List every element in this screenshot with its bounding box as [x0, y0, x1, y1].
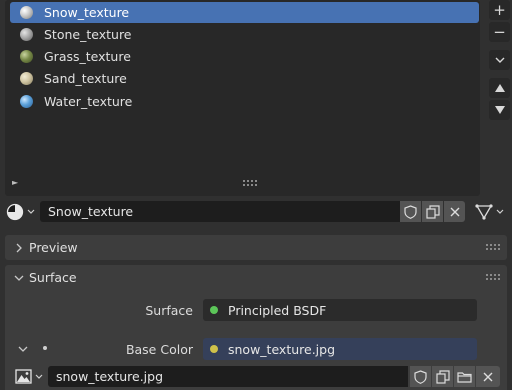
material-slot-item[interactable]: Sand_texture [10, 68, 479, 89]
node-tree-button[interactable] [475, 201, 509, 222]
panel-drag-handle-icon[interactable] [486, 274, 500, 280]
surface-label: Surface [145, 303, 193, 318]
open-image-button[interactable] [454, 366, 475, 387]
material-preview-icon [20, 72, 33, 85]
material-slot-label: Water_texture [44, 94, 133, 109]
material-slot-label: Snow_texture [44, 5, 130, 20]
image-name: snow_texture.jpg [56, 369, 164, 384]
image-name-field[interactable]: snow_texture.jpg [48, 366, 408, 387]
material-specials-button[interactable] [489, 50, 510, 70]
preview-panel-header[interactable]: Preview [5, 235, 507, 260]
base-color-value: snow_texture.jpg [228, 341, 336, 357]
surface-panel-header[interactable]: Surface [5, 265, 507, 290]
chevron-down-icon[interactable] [17, 344, 29, 354]
material-slot-item[interactable]: Stone_texture [10, 24, 479, 45]
material-slot-label: Sand_texture [44, 71, 127, 86]
material-slot-item[interactable]: Snow_texture [10, 2, 479, 23]
base-color-label: Base Color [125, 342, 193, 357]
material-preview-icon [20, 28, 33, 41]
move-slot-down-button[interactable] [489, 100, 510, 120]
chevron-down-icon [27, 209, 35, 214]
image-icon [15, 369, 32, 384]
link-dot-icon [43, 346, 47, 350]
list-filter-expand-icon[interactable]: ► [12, 178, 24, 190]
panel-title: Preview [29, 240, 78, 255]
material-preview-icon [20, 6, 33, 19]
material-name: Snow_texture [48, 204, 134, 219]
material-slot-label: Grass_texture [44, 49, 131, 64]
material-slot-item[interactable]: Water_texture [10, 91, 479, 112]
surface-shader-field[interactable]: Principled BSDF [203, 299, 477, 321]
node-tree-icon [475, 203, 493, 220]
surface-shader-value: Principled BSDF [228, 302, 327, 318]
plus-icon: + [493, 1, 506, 19]
duplicate-icon [425, 204, 440, 219]
chevron-down-icon [495, 57, 504, 63]
shader-socket-icon [210, 306, 218, 314]
material-slot-item[interactable]: Grass_texture [10, 46, 479, 67]
color-socket-icon [210, 345, 218, 353]
close-icon [450, 207, 459, 216]
browse-material-button[interactable] [6, 201, 38, 222]
panel-title: Surface [29, 270, 77, 285]
material-sphere-icon [6, 203, 24, 220]
shield-icon [414, 369, 427, 384]
material-slot-list[interactable]: Snow_texture Stone_texture Grass_texture… [5, 0, 480, 196]
chevron-down-icon [496, 209, 504, 214]
unlink-material-button[interactable] [444, 201, 465, 222]
base-color-field[interactable]: snow_texture.jpg [203, 338, 477, 360]
browse-image-button[interactable] [15, 366, 46, 387]
close-icon [483, 372, 493, 381]
triangle-up-icon [494, 84, 505, 92]
material-slot-label: Stone_texture [44, 27, 132, 42]
unlink-image-button[interactable] [476, 366, 500, 387]
panel-drag-handle-icon[interactable] [486, 244, 500, 250]
material-preview-icon [20, 95, 33, 108]
fake-user-button[interactable] [400, 201, 421, 222]
minus-icon: − [493, 23, 506, 41]
duplicate-icon [435, 369, 450, 384]
move-slot-up-button[interactable] [489, 78, 510, 98]
image-fake-user-button[interactable] [410, 366, 431, 387]
material-name-field[interactable]: Snow_texture [40, 201, 400, 222]
chevron-right-icon [16, 243, 22, 252]
list-resize-grip-icon[interactable] [243, 180, 259, 188]
remove-material-slot-button[interactable]: − [489, 22, 510, 42]
add-material-slot-button[interactable]: + [489, 0, 510, 20]
duplicate-image-button[interactable] [432, 366, 453, 387]
triangle-down-icon [494, 106, 505, 114]
duplicate-material-button[interactable] [422, 201, 443, 222]
chevron-down-icon [14, 275, 24, 281]
folder-icon [457, 371, 472, 383]
material-preview-icon [20, 50, 33, 63]
chevron-down-icon [35, 374, 43, 379]
shield-icon [404, 204, 417, 219]
